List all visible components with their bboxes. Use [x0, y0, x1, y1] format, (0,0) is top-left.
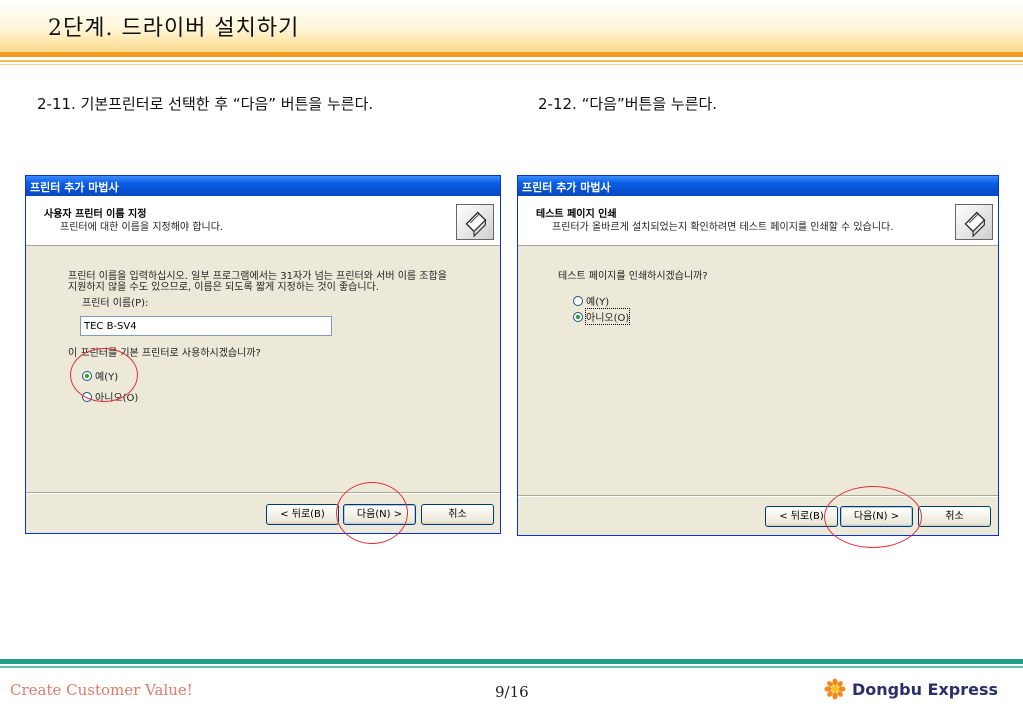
- wizard-header-panel: 테스트 페이지 인쇄 프린터가 올바르게 설치되었는지 확인하려면 테스트 페이…: [518, 196, 998, 246]
- radio-no-label: 아니오(O): [584, 308, 631, 325]
- radio-yes[interactable]: 예(Y): [573, 293, 609, 308]
- window-title-bar[interactable]: 프린터 추가 마법사: [518, 176, 998, 196]
- printer-wizard-icon: [456, 204, 494, 240]
- radio-no[interactable]: 아니오(O): [573, 308, 631, 325]
- printer-wizard-icon: [955, 204, 993, 240]
- caption-step-2-11: 2-11. 기본프린터로 선택한 후 “다음” 버튼을 누른다.: [37, 95, 374, 113]
- wizard-header-subtitle: 프린터가 올바르게 설치되었는지 확인하려면 테스트 페이지를 인쇄할 수 있습…: [552, 222, 894, 233]
- company-logo: Dongbu Express: [824, 678, 998, 700]
- header-divider-hairline: [0, 64, 1023, 65]
- radio-indicator: [573, 295, 583, 306]
- footer-divider: [0, 659, 1023, 664]
- print-test-question: 테스트 페이지를 인쇄하시겠습니까?: [558, 271, 708, 282]
- flower-logo-icon: [824, 678, 846, 700]
- printer-name-label: 프린터 이름(P):: [82, 298, 149, 309]
- radio-indicator: [573, 311, 583, 322]
- page-number: 9/16: [495, 683, 529, 701]
- window-title-bar[interactable]: 프린터 추가 마법사: [26, 176, 500, 196]
- header-divider-thin: [0, 60, 1023, 62]
- printer-name-input[interactable]: TEC B-SV4: [80, 316, 332, 336]
- wizard-header-subtitle: 프린터에 대한 이름을 지정해야 합니다.: [60, 222, 224, 233]
- highlight-circle-next: [824, 486, 922, 548]
- wizard-header-panel: 사용자 프린터 이름 지정 프린터에 대한 이름을 지정해야 합니다.: [26, 196, 500, 246]
- add-printer-wizard-dialog-right: 프린터 추가 마법사 테스트 페이지 인쇄 프린터가 올바르게 설치되었는지 확…: [517, 175, 999, 536]
- back-button[interactable]: < 뒤로(B): [266, 504, 339, 525]
- company-logo-text: Dongbu Express: [852, 679, 999, 699]
- instruction-line-1: 프린터 이름을 입력하십시오. 일부 프로그램에서는 31자가 넘는 프린터와 …: [68, 271, 447, 282]
- highlight-circle-yes: [70, 348, 138, 402]
- footer-divider-thin: [0, 666, 1023, 668]
- slide-header: 2단계. 드라이버 설치하기: [0, 0, 1023, 52]
- instruction-line-2: 지원하지 않을 수도 있으므로, 이름은 되도록 짧게 지정하는 것이 좋습니다…: [68, 282, 379, 293]
- radio-yes-label: 예(Y): [586, 297, 610, 308]
- cancel-button[interactable]: 취소: [421, 504, 494, 525]
- caption-step-2-12: 2-12. “다음”버튼을 누른다.: [538, 95, 718, 113]
- button-separator: [26, 492, 500, 494]
- header-divider: [0, 52, 1023, 57]
- slide-title: 2단계. 드라이버 설치하기: [48, 16, 300, 41]
- highlight-circle-next: [336, 482, 408, 544]
- cancel-button[interactable]: 취소: [918, 506, 991, 527]
- footer-slogan: Create Customer Value!: [10, 681, 193, 699]
- button-separator: [518, 495, 998, 497]
